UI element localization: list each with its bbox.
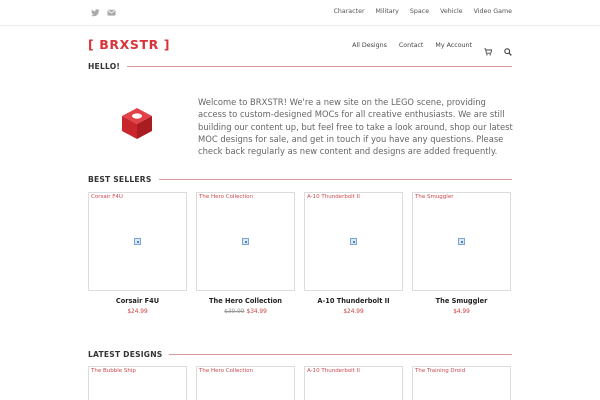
product-card[interactable]: A-10 Thunderbolt II A-10 Thunderbolt II … (304, 192, 403, 315)
category-nav-character[interactable]: Character (333, 8, 364, 15)
category-nav-space[interactable]: Space (410, 8, 429, 15)
design-image-alt: The Training Droid (415, 368, 466, 374)
lego-brick-icon (120, 106, 154, 140)
nav-contact[interactable]: Contact (399, 42, 424, 49)
design-image-alt: A-10 Thunderbolt II (307, 368, 360, 374)
product-price: $24.99 (88, 309, 187, 315)
design-image-alt: The Bubble Ship (91, 368, 136, 374)
hello-section-header: HELLO! (88, 62, 512, 71)
broken-image-icon (350, 238, 357, 245)
cart-icon[interactable] (484, 41, 493, 56)
category-nav: Character Military Space Vehicle Video G… (333, 8, 512, 15)
product-image[interactable]: Corsair F4U (88, 192, 187, 291)
nav-all-designs[interactable]: All Designs (352, 42, 387, 49)
product-image[interactable]: A-10 Thunderbolt II (304, 192, 403, 291)
category-nav-military[interactable]: Military (376, 8, 399, 15)
nav-my-account[interactable]: My Account (435, 42, 472, 49)
product-image[interactable]: The Smuggler (412, 192, 511, 291)
product-card[interactable]: The Hero Collection The Hero Collection … (196, 192, 295, 315)
broken-image-icon (242, 238, 249, 245)
top-bar: Character Military Space Vehicle Video G… (0, 0, 600, 26)
product-title[interactable]: The Smuggler (412, 297, 511, 305)
sale-price: $34.99 (246, 309, 267, 315)
section-divider (127, 66, 512, 67)
hello-heading: HELLO! (88, 62, 121, 71)
site-logo[interactable]: [ BRXSTR ] (88, 37, 170, 52)
original-price: $39.99 (224, 309, 245, 315)
email-icon[interactable] (107, 8, 116, 17)
product-title[interactable]: The Hero Collection (196, 297, 295, 305)
product-title[interactable]: Corsair F4U (88, 297, 187, 305)
product-card[interactable]: The Smuggler The Smuggler $4.99 (412, 192, 511, 315)
search-icon[interactable] (504, 41, 512, 56)
main-nav: All Designs Contact My Account (352, 41, 512, 56)
category-nav-vehicle[interactable]: Vehicle (440, 8, 463, 15)
best-sellers-header: BEST SELLERS (88, 175, 512, 184)
product-price: $24.99 (304, 309, 403, 315)
product-image-alt: Corsair F4U (91, 194, 123, 200)
broken-image-icon (134, 238, 141, 245)
product-image-alt: The Smuggler (415, 194, 454, 200)
design-card[interactable]: A-10 Thunderbolt II (304, 366, 403, 400)
twitter-icon[interactable] (91, 8, 100, 17)
latest-designs-header: LATEST DESIGNS (88, 350, 512, 359)
product-image-alt: The Hero Collection (199, 194, 253, 200)
social-links (91, 8, 116, 17)
current-price: $24.99 (127, 309, 148, 315)
best-sellers-heading: BEST SELLERS (88, 175, 152, 184)
product-image[interactable]: The Hero Collection (196, 192, 295, 291)
current-price: $24.99 (343, 309, 364, 315)
broken-image-icon (458, 238, 465, 245)
current-price: $4.99 (453, 309, 470, 315)
design-card[interactable]: The Training Droid (412, 366, 511, 400)
section-divider (158, 179, 512, 180)
product-price: $4.99 (412, 309, 511, 315)
category-nav-video-game[interactable]: Video Game (474, 8, 512, 15)
latest-designs-heading: LATEST DESIGNS (88, 350, 163, 359)
product-image-alt: A-10 Thunderbolt II (307, 194, 360, 200)
product-card[interactable]: Corsair F4U Corsair F4U $24.99 (88, 192, 187, 315)
welcome-text: Welcome to BRXSTR! We're a new site on t… (198, 97, 513, 157)
product-title[interactable]: A-10 Thunderbolt II (304, 297, 403, 305)
design-card[interactable]: The Hero Collection (196, 366, 295, 400)
product-price: $39.99 $34.99 (196, 309, 295, 315)
design-image-alt: The Hero Collection (199, 368, 253, 374)
design-card[interactable]: The Bubble Ship (88, 366, 187, 400)
section-divider (169, 354, 512, 355)
